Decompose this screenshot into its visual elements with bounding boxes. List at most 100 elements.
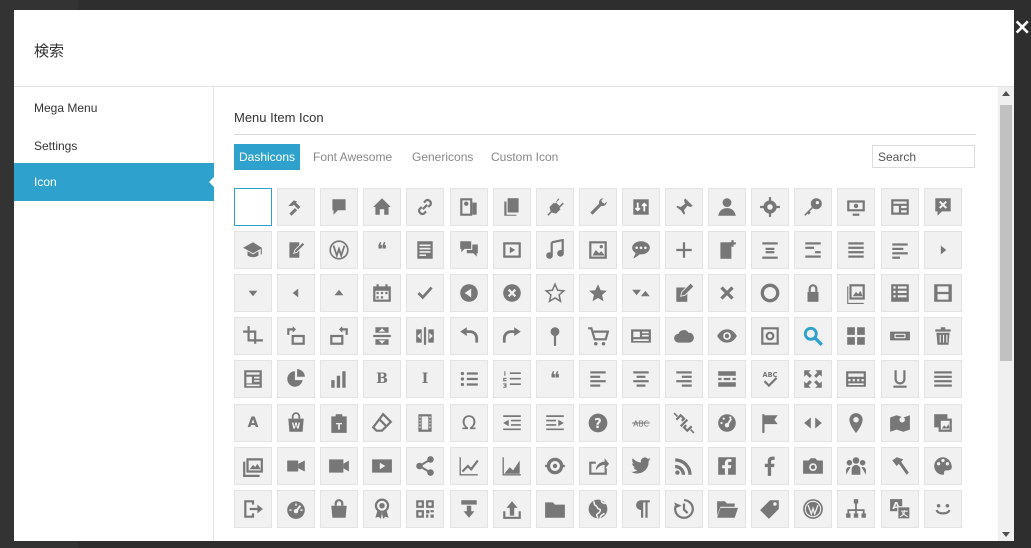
icon-option[interactable] <box>579 231 617 269</box>
icon-option[interactable] <box>665 360 703 398</box>
icon-option[interactable] <box>320 274 358 312</box>
icon-option[interactable] <box>708 188 746 226</box>
icon-option[interactable] <box>622 231 660 269</box>
icon-option[interactable] <box>837 231 875 269</box>
sidebar-item-mega-menu[interactable]: Mega Menu <box>14 89 214 127</box>
icon-option[interactable] <box>363 317 401 355</box>
icon-option[interactable]: ? <box>579 404 617 442</box>
icon-option[interactable] <box>622 188 660 226</box>
icon-option[interactable]: B <box>363 360 401 398</box>
icon-option[interactable] <box>622 447 660 485</box>
icon-option[interactable]: A <box>881 490 919 528</box>
icon-option[interactable] <box>493 231 531 269</box>
icon-option[interactable] <box>234 447 272 485</box>
icon-option[interactable] <box>622 490 660 528</box>
icon-option[interactable]: ABC <box>622 404 660 442</box>
icon-option[interactable] <box>536 274 574 312</box>
icon-option[interactable] <box>536 490 574 528</box>
icon-option[interactable] <box>708 231 746 269</box>
icon-option[interactable] <box>751 447 789 485</box>
icon-option[interactable] <box>536 317 574 355</box>
icon-option[interactable] <box>277 447 315 485</box>
icon-option[interactable] <box>881 188 919 226</box>
tab-custom-icon[interactable]: Custom Icon <box>486 144 563 170</box>
icon-option[interactable] <box>837 317 875 355</box>
icon-option[interactable] <box>751 274 789 312</box>
icon-option-none[interactable] <box>234 188 272 226</box>
icon-option[interactable] <box>320 231 358 269</box>
tab-dashicons[interactable]: Dashicons <box>234 144 301 170</box>
icon-option[interactable] <box>450 188 488 226</box>
icon-option[interactable] <box>924 274 962 312</box>
icon-option[interactable] <box>363 404 401 442</box>
icon-option[interactable] <box>794 274 832 312</box>
icon-option[interactable] <box>881 317 919 355</box>
icon-option[interactable] <box>406 404 444 442</box>
icon-option[interactable] <box>751 404 789 442</box>
tab-font-awesome[interactable]: Font Awesome <box>308 144 397 170</box>
icon-option[interactable] <box>536 404 574 442</box>
icon-option[interactable]: ❝ <box>536 360 574 398</box>
icon-option[interactable] <box>277 188 315 226</box>
icon-option[interactable] <box>751 490 789 528</box>
icon-option[interactable] <box>234 231 272 269</box>
scroll-down-arrow-icon[interactable] <box>1002 532 1010 537</box>
icon-option[interactable] <box>493 404 531 442</box>
icon-option[interactable] <box>837 274 875 312</box>
scroll-up-arrow-icon[interactable] <box>1002 91 1010 96</box>
icon-option[interactable] <box>363 188 401 226</box>
icon-option[interactable] <box>622 360 660 398</box>
icon-option[interactable] <box>363 447 401 485</box>
icon-option[interactable] <box>234 360 272 398</box>
icon-option[interactable] <box>450 447 488 485</box>
icon-option[interactable] <box>277 274 315 312</box>
icon-option[interactable] <box>708 360 746 398</box>
icon-search-input[interactable] <box>872 145 975 168</box>
icon-option[interactable] <box>794 360 832 398</box>
icon-option[interactable] <box>277 360 315 398</box>
icon-option[interactable]: W <box>277 404 315 442</box>
icon-option[interactable] <box>450 490 488 528</box>
icon-option[interactable] <box>665 447 703 485</box>
icon-option[interactable] <box>837 447 875 485</box>
icon-option[interactable] <box>665 274 703 312</box>
icon-option[interactable] <box>493 188 531 226</box>
icon-option[interactable]: A <box>234 404 272 442</box>
icon-option[interactable] <box>665 231 703 269</box>
icon-option[interactable] <box>708 404 746 442</box>
icon-option[interactable] <box>450 317 488 355</box>
icon-option[interactable] <box>924 404 962 442</box>
icon-option[interactable] <box>579 447 617 485</box>
sidebar-item-icon[interactable]: Icon <box>14 163 214 201</box>
icon-option[interactable] <box>837 360 875 398</box>
icon-option[interactable] <box>579 274 617 312</box>
icon-option[interactable] <box>794 317 832 355</box>
icon-option[interactable] <box>881 447 919 485</box>
icon-option[interactable] <box>536 188 574 226</box>
icon-option[interactable] <box>708 490 746 528</box>
icon-option[interactable] <box>406 274 444 312</box>
icon-option[interactable] <box>622 317 660 355</box>
icon-option[interactable] <box>320 188 358 226</box>
icon-option[interactable] <box>406 490 444 528</box>
icon-option[interactable] <box>665 317 703 355</box>
icon-option[interactable] <box>665 188 703 226</box>
icon-option[interactable] <box>450 360 488 398</box>
icon-option[interactable] <box>234 317 272 355</box>
icon-option[interactable] <box>794 231 832 269</box>
icon-option[interactable] <box>794 404 832 442</box>
icon-option[interactable] <box>881 404 919 442</box>
icon-option[interactable] <box>794 490 832 528</box>
icon-option[interactable]: T <box>320 404 358 442</box>
icon-option[interactable] <box>493 317 531 355</box>
scrollbar[interactable] <box>998 87 1014 541</box>
icon-option[interactable] <box>320 490 358 528</box>
icon-option[interactable] <box>406 188 444 226</box>
icon-option[interactable]: I <box>406 360 444 398</box>
icon-option[interactable] <box>751 188 789 226</box>
close-icon[interactable]: × <box>1013 14 1031 42</box>
icon-option[interactable] <box>837 404 875 442</box>
icon-option[interactable] <box>450 231 488 269</box>
icon-option[interactable] <box>794 188 832 226</box>
icon-option[interactable] <box>493 447 531 485</box>
